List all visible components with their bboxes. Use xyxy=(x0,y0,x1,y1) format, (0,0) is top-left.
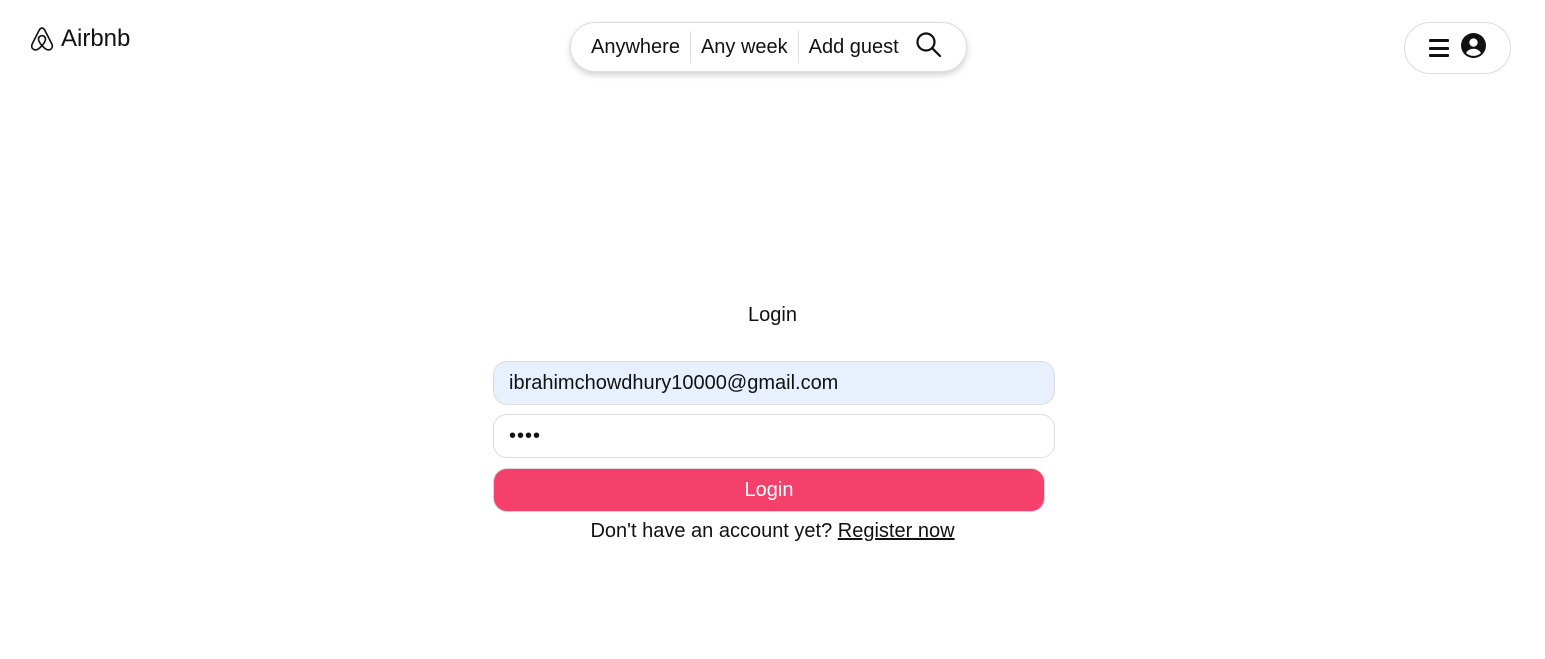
search-button[interactable] xyxy=(915,31,943,63)
hamburger-menu-icon xyxy=(1429,39,1449,57)
register-prompt-line: Don't have an account yet? Register now xyxy=(0,520,1545,543)
search-icon xyxy=(915,31,942,63)
user-menu-button[interactable] xyxy=(1404,22,1511,74)
email-field[interactable] xyxy=(493,361,1055,405)
register-prompt-text: Don't have an account yet? xyxy=(590,520,833,542)
search-when[interactable]: Any week xyxy=(701,36,788,59)
logo-link[interactable]: Airbnb xyxy=(29,24,130,54)
login-title: Login xyxy=(748,304,797,326)
divider xyxy=(689,31,691,63)
search-bar[interactable]: Anywhere Any week Add guest xyxy=(570,22,967,72)
logo-text: Airbnb xyxy=(61,25,131,52)
airbnb-logo-icon xyxy=(29,24,55,54)
page: Airbnb Anywhere Any week Add guest Login… xyxy=(0,0,1545,659)
divider xyxy=(797,31,799,63)
login-button[interactable]: Login xyxy=(493,468,1045,512)
search-who[interactable]: Add guest xyxy=(809,36,899,59)
search-where[interactable]: Anywhere xyxy=(591,36,680,59)
password-field[interactable] xyxy=(493,414,1055,458)
register-link[interactable]: Register now xyxy=(838,520,955,542)
user-circle-icon xyxy=(1461,33,1486,63)
